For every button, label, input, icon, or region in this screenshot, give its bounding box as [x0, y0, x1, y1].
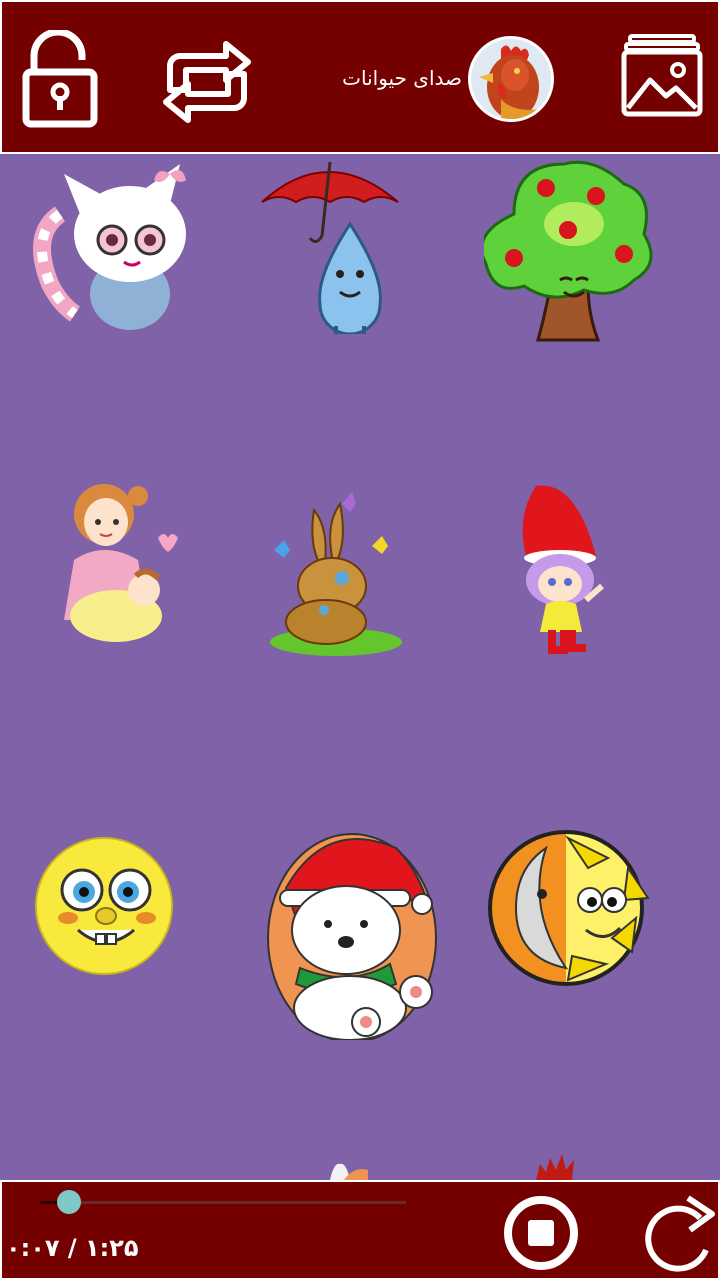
- lock-button[interactable]: [20, 28, 110, 130]
- gallery-button[interactable]: [620, 30, 710, 130]
- polar-bear-santa-sticker[interactable]: [266, 828, 446, 1043]
- stop-icon: [504, 1196, 578, 1270]
- mother-baby-sticker[interactable]: [40, 480, 220, 680]
- bunnies-butterflies-sticker[interactable]: [266, 490, 446, 690]
- repeat-button[interactable]: [162, 30, 252, 130]
- kitten-sticker[interactable]: [20, 154, 200, 354]
- sun-moon-sticker[interactable]: [486, 828, 666, 1028]
- refresh-icon: [645, 1195, 715, 1272]
- refresh-button[interactable]: [642, 1192, 718, 1272]
- rooster-avatar: [468, 36, 554, 122]
- top-bar: صدای حیوانات: [0, 0, 720, 154]
- partial-sticker-center[interactable]: [300, 1160, 480, 1180]
- gnome-girl-sticker[interactable]: [516, 480, 696, 680]
- sticker-grid: [0, 154, 720, 1180]
- partial-sticker-right[interactable]: [530, 1154, 710, 1180]
- seek-bar[interactable]: [40, 1190, 406, 1214]
- lock-open-icon: [22, 28, 98, 128]
- apple-tree-sticker[interactable]: [480, 154, 664, 354]
- stop-button[interactable]: [502, 1194, 580, 1272]
- repeat-icon: [163, 41, 251, 123]
- time-display: ۰:۰۷ / ۱:۲۵: [6, 1234, 139, 1262]
- seek-thumb[interactable]: [57, 1190, 81, 1214]
- app-title-group: صدای حیوانات: [302, 32, 562, 126]
- raindrop-umbrella-sticker[interactable]: [260, 154, 440, 354]
- gallery-icon: [621, 34, 703, 117]
- sponge-face-sticker[interactable]: [34, 834, 214, 1034]
- player-bar: ۰:۰۷ / ۱:۲۵: [0, 1180, 720, 1280]
- app-title: صدای حیوانات: [342, 66, 462, 90]
